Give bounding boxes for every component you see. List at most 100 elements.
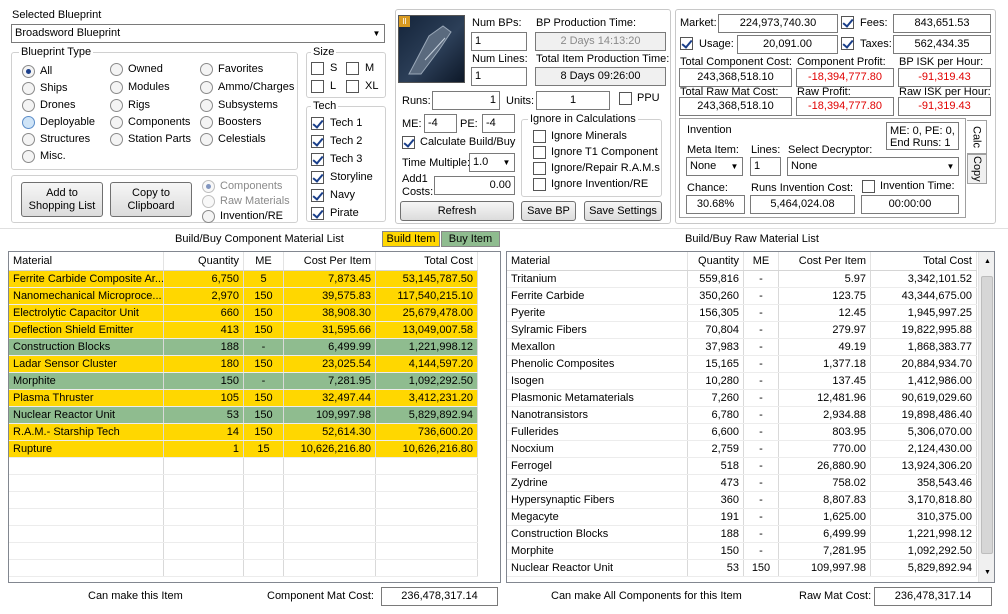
- cell-me: 150: [244, 322, 284, 338]
- runs-input[interactable]: 1: [432, 91, 500, 110]
- table-row[interactable]: Nuclear Reactor Unit 53 150 109,997.98 5,829…: [9, 407, 478, 424]
- table-row[interactable]: Nanomechanical Microproce... 2,970 150 39,5…: [9, 288, 478, 305]
- table-row[interactable]: Fullerides 6,600-803.95 5,306,070.00: [507, 424, 977, 441]
- scroll-down-arrow-icon[interactable]: ▼: [984, 569, 991, 576]
- table-row-empty[interactable]: [9, 543, 478, 560]
- table-row[interactable]: R.A.M.- Starship Tech 14 150 52,614.30 736,6…: [9, 424, 478, 441]
- save-bp-button[interactable]: Save BP: [521, 201, 576, 221]
- meta-item-select[interactable]: None ▼: [686, 157, 743, 176]
- column-header-me[interactable]: ME: [244, 252, 284, 270]
- table-row[interactable]: Mexallon 37,983-49.19 1,868,383.77: [507, 339, 977, 356]
- table-row[interactable]: Plasma Thruster 105 150 32,497.44 3,412,231.…: [9, 390, 478, 407]
- table-row[interactable]: Construction Blocks 188-6,499.99 1,221,998…: [507, 526, 977, 543]
- time-multiple-select[interactable]: 1.0 ▼: [469, 153, 515, 172]
- cell-material: Tritanium: [507, 271, 688, 287]
- table-row[interactable]: Plasmonic Metamaterials 7,260-12,481.96 90…: [507, 390, 977, 407]
- pe-input[interactable]: -4: [482, 114, 515, 133]
- num-lines-input[interactable]: 1: [471, 67, 527, 86]
- column-header-me[interactable]: ME: [744, 252, 779, 270]
- column-header-quantity[interactable]: Quantity: [688, 252, 744, 270]
- table-row[interactable]: Isogen 10,280-137.45 1,412,986.00: [507, 373, 977, 390]
- num-bps-input[interactable]: 1: [471, 32, 527, 51]
- cell-material: Ferrite Carbide: [507, 288, 688, 304]
- table-row[interactable]: Hypersynaptic Fibers 360-8,807.83 3,170,81…: [507, 492, 977, 509]
- decryptor-select[interactable]: None ▼: [787, 157, 959, 176]
- column-header-total-cost[interactable]: Total Cost: [376, 252, 478, 270]
- runs-invention-cost-label: Runs Invention Cost:: [751, 182, 854, 194]
- table-row[interactable]: Nocxium 2,759-770.00 2,124,430.00: [507, 441, 977, 458]
- column-header-cost-per-item[interactable]: Cost Per Item: [779, 252, 871, 270]
- table-row[interactable]: Electrolytic Capacitor Unit 660 150 38,908.…: [9, 305, 478, 322]
- radio-icon: [200, 81, 213, 94]
- cell-material: Morphite: [9, 373, 164, 389]
- refresh-button[interactable]: Refresh: [400, 201, 514, 221]
- me-input[interactable]: -4: [424, 114, 457, 133]
- blueprint-select[interactable]: Broadsword Blueprint ▼: [11, 24, 385, 43]
- table-row[interactable]: Megacyte 191-1,625.00 310,375.00: [507, 509, 977, 526]
- component-material-table[interactable]: Material Quantity ME Cost Per Item Total…: [8, 251, 501, 583]
- column-header-cost-per-item[interactable]: Cost Per Item: [284, 252, 376, 270]
- cell-quantity: 105: [164, 390, 244, 406]
- raw-material-table[interactable]: Material Quantity ME Cost Per Item Total…: [506, 251, 995, 583]
- copy-to-clipboard-button[interactable]: Copy to Clipboard: [110, 182, 192, 217]
- column-header-quantity[interactable]: Quantity: [164, 252, 244, 270]
- cell-me: -: [744, 492, 779, 508]
- table-row-empty[interactable]: [9, 560, 478, 577]
- cell-material: Construction Blocks: [507, 526, 688, 542]
- table-row[interactable]: Ferrite Carbide Composite Ar... 6,750 5 7,8…: [9, 271, 478, 288]
- tech-badge-icon: II: [399, 16, 410, 27]
- lines-input[interactable]: 1: [750, 157, 781, 176]
- cell-me: [244, 560, 284, 576]
- pe-label: PE:: [460, 118, 478, 130]
- table-row[interactable]: Ferrogel 518-26,880.90 13,924,306.20: [507, 458, 977, 475]
- table-row-empty[interactable]: [9, 526, 478, 543]
- table-row-empty[interactable]: [9, 475, 478, 492]
- cell-me: [244, 492, 284, 508]
- column-header-material[interactable]: Material: [9, 252, 164, 270]
- table-row[interactable]: Nanotransistors 6,780-2,934.88 19,898,486.…: [507, 407, 977, 424]
- add1-costs-input[interactable]: 0.00: [434, 176, 515, 195]
- table-row[interactable]: Zydrine 473-758.02 358,543.46: [507, 475, 977, 492]
- table-row[interactable]: Deflection Shield Emitter 413 150 31,595.66…: [9, 322, 478, 339]
- table-row[interactable]: Nuclear Reactor Unit 53 150 109,997.98 5,829…: [507, 560, 977, 577]
- save-settings-button[interactable]: Save Settings: [584, 201, 662, 221]
- table-row[interactable]: Ferrite Carbide 350,260-123.75 43,344,675.…: [507, 288, 977, 305]
- table-row[interactable]: Rupture 1 15 10,626,216.80 10,626,216.80: [9, 441, 478, 458]
- chance-label: Chance:: [687, 182, 728, 194]
- cell-cost: 2,934.88: [779, 407, 871, 423]
- tab-calc[interactable]: Calc: [967, 120, 987, 154]
- table-row[interactable]: Pyerite 156,305-12.45 1,945,997.25: [507, 305, 977, 322]
- total-production-time-label: Total Item Production Time:: [536, 53, 670, 65]
- table-row[interactable]: Construction Blocks 188-6,499.99 1,221,998…: [9, 339, 478, 356]
- radio-icon: [110, 63, 123, 76]
- cell-me: -: [744, 526, 779, 542]
- add-to-shopping-list-button[interactable]: Add to Shopping List: [21, 182, 103, 217]
- cell-cost: 1,625.00: [779, 509, 871, 525]
- table-row[interactable]: Phenolic Composites 15,165-1,377.18 20,884…: [507, 356, 977, 373]
- scroll-up-arrow-icon[interactable]: ▲: [984, 258, 991, 265]
- cell-cost: 5.97: [779, 271, 871, 287]
- time-multiple-label: Time Multiple:: [402, 157, 471, 169]
- table-row[interactable]: Tritanium 559,816-5.97 3,342,101.52: [507, 271, 977, 288]
- column-header-total-cost[interactable]: Total Cost: [871, 252, 977, 270]
- cell-total: 1,221,998.12: [376, 339, 478, 355]
- units-input[interactable]: 1: [536, 91, 610, 110]
- radio-icon: [202, 180, 215, 193]
- table-row[interactable]: Sylramic Fibers 70,804-279.97 19,822,995.8…: [507, 322, 977, 339]
- vertical-scrollbar[interactable]: ▲ ▼: [978, 252, 994, 582]
- cell-cost: [284, 492, 376, 508]
- runs-invention-cost-field: 5,464,024.08: [750, 195, 855, 214]
- table-row[interactable]: Ladar Sensor Cluster 180 150 23,025.54 4,144…: [9, 356, 478, 373]
- column-header-material[interactable]: Material: [507, 252, 688, 270]
- table-row-empty[interactable]: [9, 458, 478, 475]
- cell-me: [244, 458, 284, 474]
- table-row-empty[interactable]: [9, 509, 478, 526]
- table-row[interactable]: Morphite 150-7,281.95 1,092,292.50: [507, 543, 977, 560]
- table-row-empty[interactable]: [9, 492, 478, 509]
- cell-material: Nocxium: [507, 441, 688, 457]
- tab-copy[interactable]: Copy: [967, 154, 987, 184]
- scrollbar-thumb[interactable]: [981, 276, 993, 554]
- cell-quantity: 53: [688, 560, 744, 576]
- table-row[interactable]: Morphite 150-7,281.95 1,092,292.50: [9, 373, 478, 390]
- radio-icon: [22, 150, 35, 163]
